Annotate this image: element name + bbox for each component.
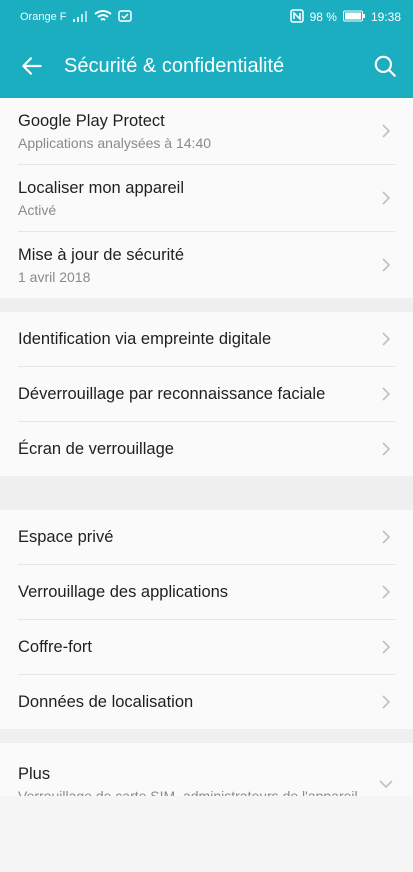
search-button[interactable] — [369, 50, 401, 82]
list-item-find-device[interactable]: Localiser mon appareil Activé — [0, 165, 413, 231]
settings-group-1: Google Play Protect Applications analysé… — [0, 98, 413, 298]
status-right: 98 % 19:38 — [289, 8, 401, 26]
chevron-right-icon — [377, 529, 395, 545]
chevron-right-icon — [377, 639, 395, 655]
signal-icon — [72, 10, 88, 25]
group-separator — [0, 298, 413, 312]
battery-icon — [342, 10, 365, 25]
search-icon — [374, 55, 396, 77]
list-item-fingerprint[interactable]: Identification via empreinte digitale — [0, 312, 413, 366]
page-title: Sécurité & confidentialité — [64, 54, 285, 77]
chevron-right-icon — [377, 694, 395, 710]
chevron-right-icon — [377, 257, 395, 273]
chevron-right-icon — [377, 584, 395, 600]
list-item-safe[interactable]: Coffre-fort — [0, 620, 413, 674]
item-label: Identification via empreinte digitale — [18, 330, 272, 348]
settings-group-3: Espace privé Verrouillage des applicatio… — [0, 510, 413, 729]
group-separator — [0, 476, 413, 510]
settings-group-2: Identification via empreinte digitale Dé… — [0, 312, 413, 476]
item-label: Déverrouillage par reconnaissance facial… — [18, 385, 326, 403]
chevron-right-icon — [377, 386, 395, 402]
arrow-left-icon — [22, 57, 42, 75]
item-label: Google Play Protect — [18, 111, 165, 130]
back-button[interactable] — [16, 50, 48, 82]
list-item-security-update[interactable]: Mise à jour de sécurité 1 avril 2018 — [0, 232, 413, 298]
list-item-google-play-protect[interactable]: Google Play Protect Applications analysé… — [0, 98, 413, 164]
chevron-down-icon — [377, 779, 395, 789]
wifi-icon — [94, 9, 113, 26]
status-left: Orange F — [20, 9, 133, 26]
item-label: Plus — [18, 765, 51, 783]
chevron-right-icon — [377, 190, 395, 206]
list-item-location-data[interactable]: Données de localisation — [0, 675, 413, 729]
app-bar: Sécurité & confidentialité — [0, 34, 413, 98]
item-sub: 1 avril 2018 — [18, 268, 91, 285]
item-label: Coffre-fort — [18, 638, 92, 656]
item-label: Mise à jour de sécurité — [18, 245, 184, 264]
header: Orange F 98 % 19:38 Sécurité & confident… — [0, 0, 413, 98]
group-separator — [0, 729, 413, 743]
chevron-right-icon — [377, 331, 395, 347]
chevron-right-icon — [377, 123, 395, 139]
item-label: Écran de verrouillage — [18, 440, 174, 458]
list-item-lock-screen[interactable]: Écran de verrouillage — [0, 422, 413, 476]
item-label: Verrouillage des applications — [18, 583, 229, 601]
chevron-right-icon — [377, 441, 395, 457]
item-label: Localiser mon appareil — [18, 178, 185, 197]
empty-area — [0, 796, 413, 872]
nfc-icon — [289, 8, 304, 26]
battery-percent: 98 % — [309, 10, 337, 24]
notification-icon — [118, 9, 133, 25]
status-bar: Orange F 98 % 19:38 — [0, 0, 413, 34]
item-label: Espace privé — [18, 528, 114, 546]
carrier-name: Orange F — [20, 11, 67, 23]
list-item-app-lock[interactable]: Verrouillage des applications — [0, 565, 413, 619]
item-sub: Applications analysées à 14:40 — [18, 134, 212, 151]
list-item-private-space[interactable]: Espace privé — [0, 510, 413, 564]
item-sub: Activé — [18, 201, 57, 218]
list-item-face-unlock[interactable]: Déverrouillage par reconnaissance facial… — [0, 367, 413, 421]
phone-screen: Orange F 98 % 19:38 Sécurité & confident… — [0, 0, 413, 872]
clock: 19:38 — [370, 10, 401, 24]
item-label: Données de localisation — [18, 693, 194, 711]
